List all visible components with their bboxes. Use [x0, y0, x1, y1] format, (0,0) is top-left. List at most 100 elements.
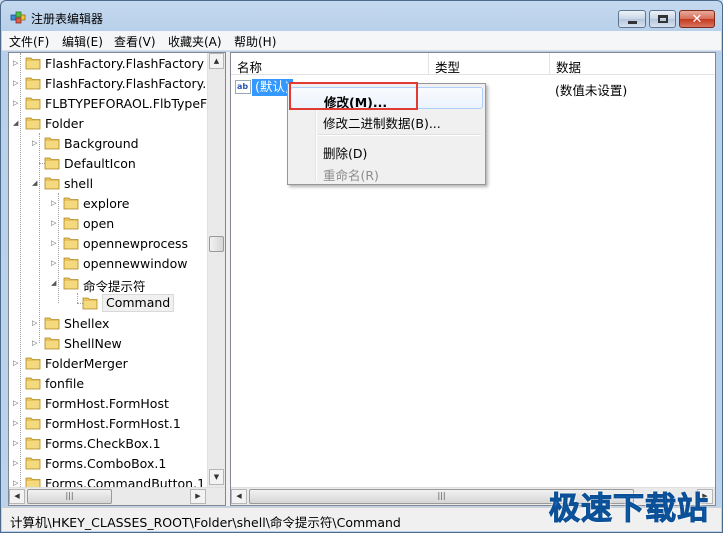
tree-item-label: fonfile: [45, 376, 85, 391]
tree-horizontal-scrollbar[interactable]: ◀ ||| ▶: [9, 487, 225, 505]
folder-open-icon: [82, 297, 98, 310]
tree-item-label: Shellex: [64, 316, 110, 331]
folder-icon: [63, 237, 79, 250]
tree-item-label: opennewprocess: [83, 236, 189, 251]
column-header-type[interactable]: 类型: [429, 53, 550, 75]
scroll-up-arrow-icon[interactable]: ▲: [209, 53, 224, 69]
tree-item-label: Command: [102, 294, 175, 312]
tree-hscroll-thumb[interactable]: |||: [27, 489, 112, 504]
folder-icon: [44, 157, 60, 170]
scroll-left-arrow-icon[interactable]: ◀: [9, 489, 25, 504]
tree-expanded-arrow-icon[interactable]: ◢: [13, 119, 21, 127]
tree-item-label: Folder: [45, 116, 84, 131]
highlight-annotation-box: [289, 82, 418, 110]
tree-item[interactable]: ◢ Folder: [9, 113, 209, 133]
minimize-icon: [627, 20, 637, 24]
menu-item-delete[interactable]: 删除(D): [290, 139, 483, 161]
tree-item[interactable]: Command: [9, 293, 209, 313]
tree-collapsed-arrow-icon[interactable]: ▷: [13, 79, 21, 87]
value-data: (数值未设置): [555, 83, 628, 98]
scroll-left-arrow-icon[interactable]: ◀: [231, 489, 247, 504]
menu-item-delete-label: 删除(D): [323, 146, 368, 161]
menu-help[interactable]: 帮助(H): [234, 33, 276, 50]
tree-item[interactable]: ▷ explore: [9, 193, 209, 213]
maximize-button[interactable]: [649, 10, 676, 28]
folder-open-icon: [25, 117, 41, 130]
scroll-right-arrow-icon[interactable]: ▶: [190, 489, 206, 504]
tree-item[interactable]: ▷ FolderMerger: [9, 353, 209, 373]
tree-collapsed-arrow-icon[interactable]: ▷: [32, 339, 40, 347]
menu-edit[interactable]: 编辑(E): [62, 33, 103, 50]
tree-vertical-scrollbar[interactable]: ▲ ▼: [207, 53, 225, 487]
tree-item[interactable]: ▷ Forms.ComboBox.1: [9, 453, 209, 473]
tree-item[interactable]: fonfile: [9, 373, 209, 393]
tree-item[interactable]: ▷ FlashFactory.FlashFactory: [9, 53, 209, 73]
tree-item-label: Forms.ComboBox.1: [45, 456, 167, 471]
folder-icon: [44, 317, 60, 330]
menu-item-rename: 重命名(R): [290, 161, 483, 183]
menu-item-modify-binary[interactable]: 修改二进制数据(B)...: [290, 109, 483, 131]
folder-icon: [44, 337, 60, 350]
tree-collapsed-arrow-icon[interactable]: ▷: [13, 59, 21, 67]
tree-item[interactable]: ▷ opennewwindow: [9, 253, 209, 273]
menu-item-modify-binary-label: 修改二进制数据(B)...: [323, 116, 441, 131]
tree-collapsed-arrow-icon[interactable]: ▷: [13, 459, 21, 467]
tree-item[interactable]: DefaultIcon: [9, 153, 209, 173]
tree-item[interactable]: ▷ FLBTYPEFORAOL.FlbTypeFo: [9, 93, 214, 113]
minimize-button[interactable]: [618, 10, 646, 28]
menu-file[interactable]: 文件(F): [9, 33, 49, 50]
tree-item[interactable]: ▷ ShellNew: [9, 333, 209, 353]
tree-collapsed-arrow-icon[interactable]: ▷: [13, 439, 21, 447]
tree-item-label: FormHost.FormHost: [45, 396, 169, 411]
tree-expanded-arrow-icon[interactable]: ◢: [32, 179, 40, 187]
tree-item[interactable]: ▷ Shellex: [9, 313, 209, 333]
tree-item-label: opennewwindow: [83, 256, 188, 271]
menu-item-rename-label: 重命名(R): [323, 168, 379, 183]
tree-collapsed-arrow-icon[interactable]: ▷: [13, 359, 21, 367]
tree-collapsed-arrow-icon[interactable]: ▷: [13, 99, 21, 107]
close-icon: ✕: [691, 11, 703, 27]
title-bar[interactable]: 注册表编辑器 ✕: [1, 1, 722, 31]
folder-icon: [25, 97, 41, 110]
tree-item[interactable]: ▷ Forms.CheckBox.1: [9, 433, 209, 453]
tree-item-label: open: [83, 216, 115, 231]
tree-item[interactable]: ▷ FormHost.FormHost: [9, 393, 209, 413]
folder-icon: [25, 457, 41, 470]
tree-collapsed-arrow-icon[interactable]: ▷: [32, 139, 40, 147]
folder-icon: [25, 357, 41, 370]
close-button[interactable]: ✕: [679, 10, 715, 28]
tree-item[interactable]: ◢ shell: [9, 173, 209, 193]
tree-collapsed-arrow-icon[interactable]: ▷: [13, 399, 21, 407]
folder-icon: [63, 257, 79, 270]
tree-item[interactable]: ▷ Background: [9, 133, 209, 153]
tree-expanded-arrow-icon[interactable]: ◢: [51, 279, 59, 287]
tree-collapsed-arrow-icon[interactable]: ▷: [13, 479, 21, 487]
registry-key-tree[interactable]: ▷ FlashFactory.FlashFactory ▷ FlashFactory.…: [8, 52, 226, 506]
tree-item[interactable]: ▷ FormHost.FormHost.1: [9, 413, 209, 433]
tree-item[interactable]: ▷ FlashFactory.FlashFactory.1: [9, 73, 214, 93]
tree-collapsed-arrow-icon[interactable]: ▷: [51, 199, 59, 207]
column-header-data[interactable]: 数据: [550, 53, 715, 75]
tree-item[interactable]: ◢ 命令提示符: [9, 273, 209, 294]
string-value-icon: ab: [235, 80, 251, 94]
tree-collapsed-arrow-icon[interactable]: ▷: [13, 419, 21, 427]
menu-view[interactable]: 查看(V): [114, 33, 156, 50]
column-header-name[interactable]: 名称: [231, 53, 429, 75]
tree-collapsed-arrow-icon[interactable]: ▷: [51, 259, 59, 267]
menu-favorites[interactable]: 收藏夹(A): [168, 33, 222, 50]
tree-collapsed-arrow-icon[interactable]: ▷: [51, 239, 59, 247]
tree-item-label: FormHost.FormHost.1: [45, 416, 181, 431]
scroll-down-arrow-icon[interactable]: ▼: [209, 469, 224, 485]
tree-collapsed-arrow-icon[interactable]: ▷: [32, 319, 40, 327]
tree-item-label: FLBTYPEFORAOL.FlbTypeFo: [45, 96, 215, 111]
maximize-icon: [657, 15, 668, 23]
tree-item[interactable]: ▷ open: [9, 213, 209, 233]
folder-icon: [44, 137, 60, 150]
tree-collapsed-arrow-icon[interactable]: ▷: [51, 219, 59, 227]
menu-bar: 文件(F) 编辑(E) 查看(V) 收藏夹(A) 帮助(H): [2, 31, 721, 51]
regedit-app-icon: [10, 11, 26, 24]
tree-item[interactable]: ▷ opennewprocess: [9, 233, 209, 253]
tree-scroll-thumb[interactable]: [209, 236, 224, 252]
tree-item-label: Forms.CheckBox.1: [45, 436, 161, 451]
tree-item-label: ShellNew: [64, 336, 122, 351]
